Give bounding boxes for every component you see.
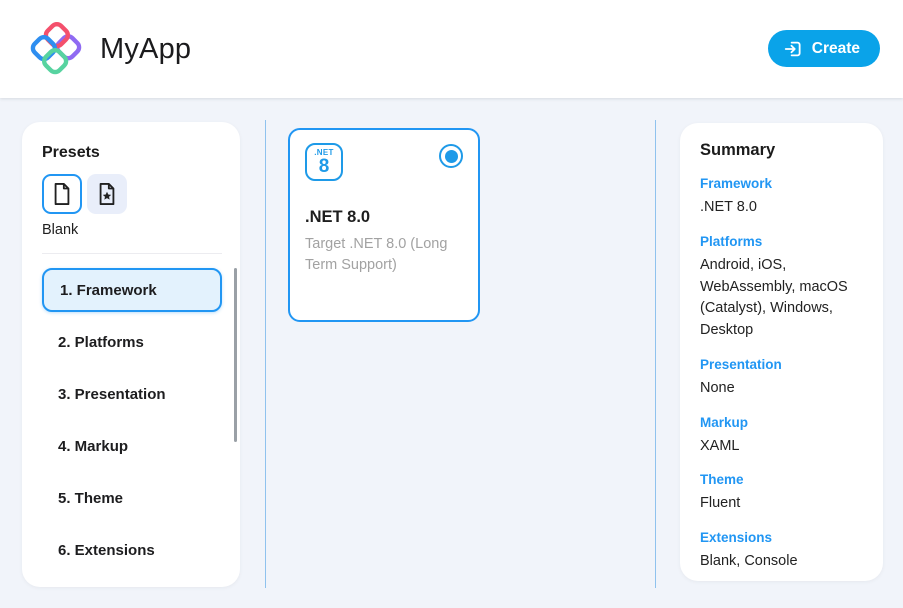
- badge-number: 8: [319, 157, 330, 176]
- blank-document-icon: [51, 182, 73, 206]
- create-button[interactable]: Create: [768, 30, 880, 67]
- create-button-label: Create: [812, 40, 860, 58]
- column-divider-right: [655, 120, 656, 588]
- summary-label: Extensions: [700, 530, 863, 545]
- enter-arrow-icon: [783, 39, 803, 59]
- summary-section-markup: Markup XAML: [700, 415, 863, 458]
- summary-section-framework: Framework .NET 8.0: [700, 176, 863, 219]
- summary-section-extensions: Extensions Blank, Console: [700, 530, 863, 573]
- card-title: .NET 8.0: [305, 208, 463, 227]
- dotnet-8-badge-icon: .NET 8: [305, 143, 343, 181]
- summary-value: Blank, Console: [700, 551, 863, 573]
- presets-heading: Presets: [42, 144, 240, 162]
- selected-preset-label: Blank: [42, 222, 240, 238]
- framework-option-card[interactable]: .NET 8 .NET 8.0 Target .NET 8.0 (Long Te…: [288, 128, 480, 322]
- summary-section-platforms: Platforms Android, iOS, WebAssembly, mac…: [700, 234, 863, 342]
- column-divider-left: [265, 120, 266, 588]
- summary-label: Presentation: [700, 357, 863, 372]
- summary-value: None: [700, 378, 863, 400]
- summary-label: Theme: [700, 472, 863, 487]
- summary-panel: Summary Framework .NET 8.0 Platforms And…: [680, 123, 883, 581]
- starred-document-icon: [96, 182, 118, 206]
- wizard-sidebar: Presets Blank 1. Framework 2. Platforms …: [22, 122, 240, 587]
- summary-label: Framework: [700, 176, 863, 191]
- summary-heading: Summary: [700, 141, 863, 160]
- summary-label: Markup: [700, 415, 863, 430]
- preset-recommended-button[interactable]: [87, 174, 127, 214]
- summary-section-theme: Theme Fluent: [700, 472, 863, 515]
- app-header: MyApp Create: [0, 0, 903, 98]
- app-title: MyApp: [100, 33, 191, 66]
- step-framework[interactable]: 1. Framework: [42, 268, 222, 312]
- wizard-steps-list: 1. Framework 2. Platforms 3. Presentatio…: [42, 268, 240, 572]
- step-extensions[interactable]: 6. Extensions: [42, 528, 222, 572]
- card-top-row: .NET 8: [305, 143, 463, 181]
- summary-value: XAML: [700, 436, 863, 458]
- step-platforms[interactable]: 2. Platforms: [42, 320, 222, 364]
- step-theme[interactable]: 5. Theme: [42, 476, 222, 520]
- step-presentation[interactable]: 3. Presentation: [42, 372, 222, 416]
- card-description: Target .NET 8.0 (Long Term Support): [305, 234, 463, 276]
- summary-value: Android, iOS, WebAssembly, macOS (Cataly…: [700, 255, 863, 342]
- step-markup[interactable]: 4. Markup: [42, 424, 222, 468]
- preset-blank-button[interactable]: [42, 174, 82, 214]
- app-logo-icon: [30, 21, 82, 77]
- summary-section-presentation: Presentation None: [700, 357, 863, 400]
- preset-options: [42, 174, 240, 214]
- sidebar-scrollbar[interactable]: [234, 268, 237, 442]
- summary-label: Platforms: [700, 234, 863, 249]
- presets-divider: [42, 253, 222, 254]
- summary-value: Fluent: [700, 493, 863, 515]
- summary-value: .NET 8.0: [700, 197, 863, 219]
- radio-selected-icon[interactable]: [439, 144, 463, 168]
